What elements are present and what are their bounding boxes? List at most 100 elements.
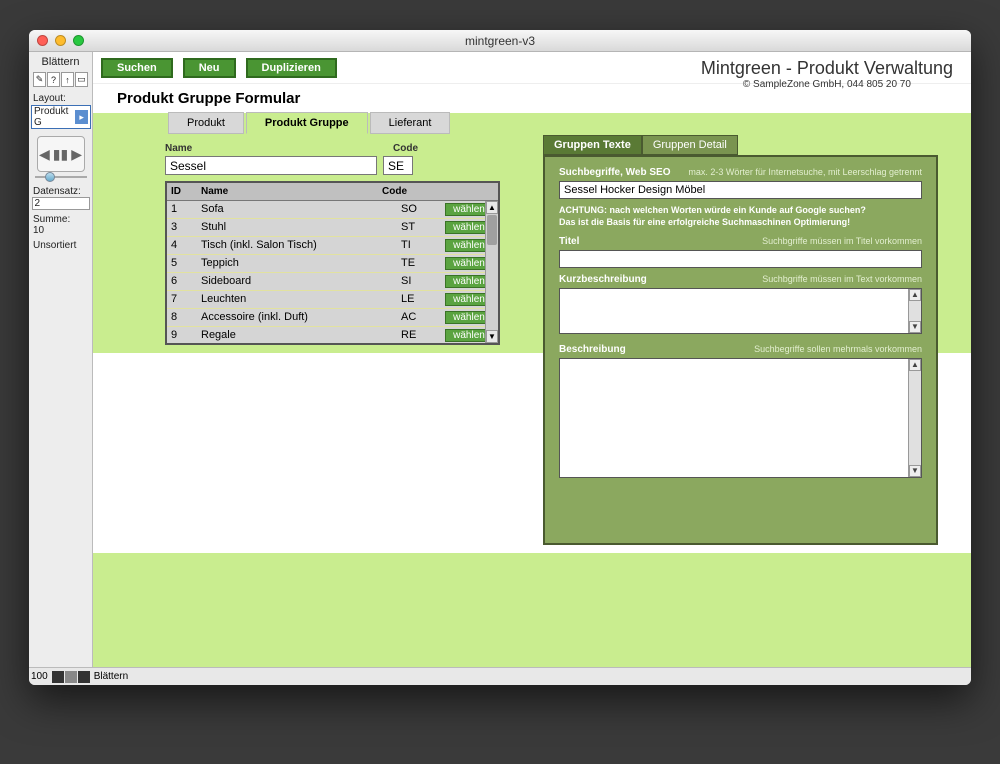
tool-up-icon[interactable]: ↑ xyxy=(61,72,74,87)
cell-id: 7 xyxy=(167,291,197,308)
cell-name: Sideboard xyxy=(197,273,397,290)
next-record-icon[interactable]: ▶ xyxy=(71,146,82,163)
cell-name: Accessoire (inkl. Duft) xyxy=(197,309,397,326)
cell-id: 6 xyxy=(167,273,197,290)
subtab-texte[interactable]: Gruppen Texte xyxy=(543,135,642,155)
datensatz-input[interactable]: 2 xyxy=(32,197,90,210)
seo-label: Suchbegriffe, Web SEO xyxy=(559,167,671,178)
cell-name: Sofa xyxy=(197,201,397,218)
summe-value: 10 xyxy=(31,225,90,236)
tool-edit-icon[interactable]: ✎ xyxy=(33,72,46,87)
tab-produkt[interactable]: Produkt xyxy=(168,112,244,134)
code-input[interactable] xyxy=(383,156,413,175)
cell-code: SO xyxy=(397,201,443,218)
col-name: Name xyxy=(197,183,378,200)
app-window: mintgreen-v3 Blättern ✎ ? ↑ ▭ Layout: Pr… xyxy=(29,30,971,685)
group-table: ID Name Code 1SofaSOwählen3StuhlSTwählen… xyxy=(165,181,500,345)
code-label: Code xyxy=(393,143,418,154)
table-body: 1SofaSOwählen3StuhlSTwählen4Tisch (inkl.… xyxy=(167,201,498,343)
search-button[interactable]: Suchen xyxy=(101,58,173,78)
seo-input[interactable] xyxy=(559,181,922,199)
cell-id: 8 xyxy=(167,309,197,326)
toolbar: Suchen Neu Duplizieren Mintgreen - Produ… xyxy=(93,52,971,84)
cell-name: Tisch (inkl. Salon Tisch) xyxy=(197,237,397,254)
scroll-thumb[interactable] xyxy=(487,215,497,245)
table-row[interactable]: 5TeppichTEwählen xyxy=(167,255,498,273)
tab-row: Produkt Produkt Gruppe Lieferant xyxy=(168,112,452,134)
name-input[interactable] xyxy=(165,156,377,175)
cell-id: 5 xyxy=(167,255,197,272)
cell-id: 3 xyxy=(167,219,197,236)
main-area: Suchen Neu Duplizieren Mintgreen - Produ… xyxy=(93,52,971,667)
cell-name: Stuhl xyxy=(197,219,397,236)
zoom-value[interactable]: 100 xyxy=(31,671,48,682)
beschr-textarea[interactable]: ▲▼ xyxy=(559,358,922,478)
bottom-area xyxy=(93,553,971,667)
prev-record-icon[interactable]: ◀ xyxy=(39,146,50,163)
scroll-up-icon[interactable]: ▲ xyxy=(486,201,498,214)
table-row[interactable]: 1SofaSOwählen xyxy=(167,201,498,219)
sidebar-mode-label: Blättern xyxy=(31,54,90,70)
summe-label: Summe: xyxy=(31,210,90,225)
table-row[interactable]: 8Accessoire (inkl. Duft)ACwählen xyxy=(167,309,498,327)
kurz-textarea[interactable]: ▲▼ xyxy=(559,288,922,334)
kurz-hint: Suchbgriffe müssen im Text vorkommen xyxy=(762,274,922,284)
table-row[interactable]: 6SideboardSIwählen xyxy=(167,273,498,291)
tab-produkt-gruppe[interactable]: Produkt Gruppe xyxy=(246,112,368,134)
scroll-down-icon[interactable]: ▼ xyxy=(486,330,498,343)
table-scrollbar[interactable]: ▲ ▼ xyxy=(485,201,498,343)
status-icon-2[interactable] xyxy=(65,671,77,683)
table-row[interactable]: 9RegaleREwählen xyxy=(167,327,498,343)
name-label: Name xyxy=(165,143,383,154)
seo-hint: max. 2-3 Wörter für Internetsuche, mit L… xyxy=(688,167,922,177)
window-title: mintgreen-v3 xyxy=(29,34,971,48)
duplicate-button[interactable]: Duplizieren xyxy=(246,58,337,78)
record-slider[interactable] xyxy=(35,176,87,178)
brand-area: Mintgreen - Produkt Verwaltung © SampleZ… xyxy=(701,58,953,90)
subtab-detail[interactable]: Gruppen Detail xyxy=(642,135,738,155)
status-bar: 100 Blättern xyxy=(29,667,971,685)
table-row[interactable]: 3StuhlSTwählen xyxy=(167,219,498,237)
left-sidebar: Blättern ✎ ? ↑ ▭ Layout: Produkt G ▸ ◀ ▮… xyxy=(29,52,93,667)
group-form: Name Code ID Name Code xyxy=(165,143,500,345)
tab-lieferant[interactable]: Lieferant xyxy=(370,112,451,134)
titel-hint: Suchbgriffe müssen im Titel vorkommen xyxy=(762,236,922,246)
tool-page-icon[interactable]: ▭ xyxy=(75,72,88,87)
book-icon: ▮▮ xyxy=(53,146,68,163)
sidebar-tools: ✎ ? ↑ ▭ xyxy=(31,72,90,87)
layout-label: Layout: xyxy=(31,93,90,104)
table-header: ID Name Code xyxy=(167,183,498,201)
table-row[interactable]: 7LeuchtenLEwählen xyxy=(167,291,498,309)
status-mode: Blättern xyxy=(94,671,128,682)
cell-code: LE xyxy=(397,291,443,308)
layout-select[interactable]: Produkt G ▸ xyxy=(31,105,91,129)
detail-body: Suchbegriffe, Web SEO max. 2-3 Wörter fü… xyxy=(543,155,938,545)
cell-name: Leuchten xyxy=(197,291,397,308)
kurz-label: Kurzbeschreibung xyxy=(559,274,647,285)
new-button[interactable]: Neu xyxy=(183,58,236,78)
titel-label: Titel xyxy=(559,236,579,247)
col-id: ID xyxy=(167,183,197,200)
cell-code: ST xyxy=(397,219,443,236)
subtab-row: Gruppen Texte Gruppen Detail xyxy=(543,135,938,155)
page-body: Produkt Produkt Gruppe Lieferant Name Co… xyxy=(93,113,971,667)
cell-code: RE xyxy=(397,327,443,343)
record-navigator[interactable]: ◀ ▮▮ ▶ xyxy=(37,136,85,172)
cell-id: 1 xyxy=(167,201,197,218)
brand-title: Mintgreen - Produkt Verwaltung xyxy=(701,58,953,79)
table-row[interactable]: 4Tisch (inkl. Salon Tisch)TIwählen xyxy=(167,237,498,255)
cell-code: TI xyxy=(397,237,443,254)
cell-name: Regale xyxy=(197,327,397,343)
status-icons xyxy=(52,671,90,683)
titel-input[interactable] xyxy=(559,250,922,268)
beschr-hint: Suchbegriffe sollen mehrmals vorkommen xyxy=(754,344,922,354)
datensatz-label: Datensatz: xyxy=(31,182,90,197)
tool-help-icon[interactable]: ? xyxy=(47,72,60,87)
status-icon-3[interactable] xyxy=(78,671,90,683)
status-icon-1[interactable] xyxy=(52,671,64,683)
detail-panel: Gruppen Texte Gruppen Detail Suchbegriff… xyxy=(543,135,938,545)
cell-code: TE xyxy=(397,255,443,272)
titlebar: mintgreen-v3 xyxy=(29,30,971,52)
cell-id: 4 xyxy=(167,237,197,254)
seo-notice: ACHTUNG: nach welchen Worten würde ein K… xyxy=(559,205,922,228)
